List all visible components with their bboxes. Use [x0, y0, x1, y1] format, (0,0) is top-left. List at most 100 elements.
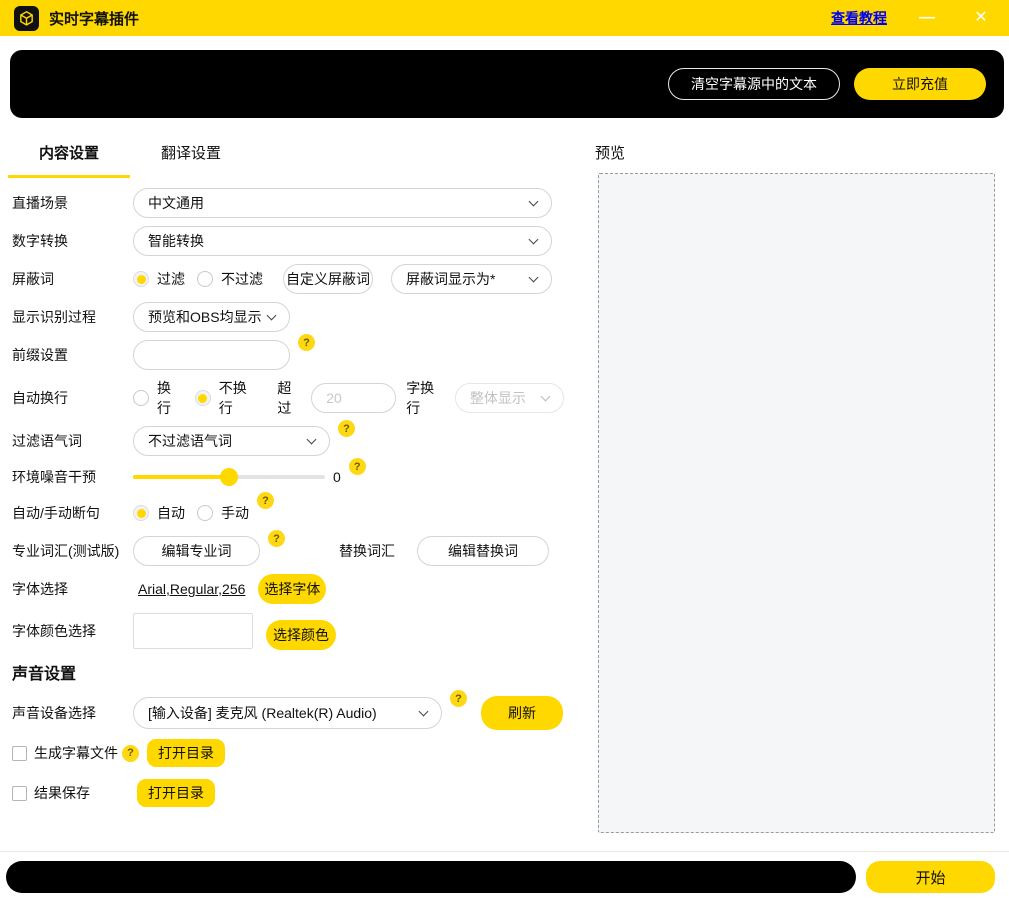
filter-radio[interactable] — [133, 271, 149, 287]
auto-break-radio-label[interactable]: 自动 — [157, 503, 185, 523]
blocked-word-display-select[interactable]: 屏蔽词显示为* — [391, 264, 552, 294]
noise-slider-fill — [133, 475, 229, 479]
row-font-color: 字体颜色选择 选择颜色 — [12, 612, 564, 650]
prefix-help-icon[interactable]: ? — [298, 334, 315, 351]
noise-label: 环境噪音干预 — [12, 467, 133, 487]
refresh-button[interactable]: 刷新 — [481, 696, 563, 730]
live-scene-value: 中文通用 — [148, 193, 204, 213]
sound-device-select[interactable]: [输入设备] 麦克风 (Realtek(R) Audio) — [133, 697, 442, 729]
chevron-down-icon — [529, 196, 539, 206]
titlebar-actions: 查看教程 — ✕ — [831, 8, 995, 28]
wrap-suffix-label: 字换行 — [406, 378, 445, 418]
subtitle-file-help-icon[interactable]: ? — [122, 745, 139, 762]
wrap-radio[interactable] — [133, 390, 149, 406]
view-tutorial-link[interactable]: 查看教程 — [831, 8, 887, 28]
open-result-dir-button[interactable]: 打开目录 — [137, 779, 215, 807]
filler-words-value: 不过滤语气词 — [148, 431, 232, 451]
pro-words-help-icon[interactable]: ? — [268, 530, 285, 547]
filler-words-select[interactable]: 不过滤语气词 — [133, 426, 330, 456]
pro-words-label: 专业词汇(测试版) — [12, 541, 133, 561]
choose-color-button[interactable]: 选择颜色 — [266, 620, 336, 650]
title-bar: 实时字幕插件 查看教程 — ✕ — [0, 0, 1009, 36]
generate-subtitle-file-checkbox[interactable] — [12, 746, 27, 761]
no-wrap-radio[interactable] — [195, 390, 211, 406]
tab-content-settings[interactable]: 内容设置 — [8, 142, 130, 178]
chevron-down-icon — [529, 234, 539, 244]
sound-settings-heading: 声音设置 — [12, 660, 564, 684]
row-filler-words: 过滤语气词 不过滤语气词 ? — [12, 426, 564, 456]
no-wrap-radio-label[interactable]: 不换行 — [219, 378, 258, 418]
edit-pro-words-button[interactable]: 编辑专业词 — [133, 536, 260, 566]
generate-subtitle-file-label[interactable]: 生成字幕文件 — [34, 743, 118, 763]
blocked-word-display-value: 屏蔽词显示为* — [406, 269, 495, 289]
manual-break-radio[interactable] — [197, 505, 213, 521]
no-filter-radio[interactable] — [197, 271, 213, 287]
number-convert-select[interactable]: 智能转换 — [133, 226, 552, 256]
row-noise: 环境噪音干预 0 ? — [12, 464, 564, 490]
settings-tabs: 内容设置 翻译设置 — [8, 142, 252, 178]
edit-replace-words-button[interactable]: 编辑替换词 — [417, 536, 549, 566]
filler-words-help-icon[interactable]: ? — [338, 420, 355, 437]
preview-area — [598, 173, 995, 833]
footer-divider — [0, 851, 1009, 852]
wrap-radio-label[interactable]: 换行 — [157, 378, 183, 418]
current-font-link[interactable]: Arial,Regular,256 — [138, 581, 245, 597]
live-scene-label: 直播场景 — [12, 193, 133, 213]
row-font: 字体选择 Arial,Regular,256 选择字体 — [12, 574, 564, 604]
auto-wrap-label: 自动换行 — [12, 388, 133, 408]
auto-break-radio[interactable] — [133, 505, 149, 521]
sound-device-help-icon[interactable]: ? — [450, 690, 467, 707]
start-button[interactable]: 开始 — [866, 861, 995, 893]
recognition-display-value: 预览和OBS均显示 — [148, 307, 262, 327]
row-recognition-display: 显示识别过程 预览和OBS均显示 — [12, 302, 564, 332]
minimize-button[interactable]: — — [913, 10, 941, 26]
recharge-button[interactable]: 立即充值 — [854, 68, 986, 100]
app-title: 实时字幕插件 — [49, 8, 139, 29]
sound-device-value: [输入设备] 麦克风 (Realtek(R) Audio) — [148, 703, 377, 723]
filler-words-label: 过滤语气词 — [12, 431, 133, 451]
filter-radio-label[interactable]: 过滤 — [157, 269, 185, 289]
row-subtitle-file: 生成字幕文件 ? 打开目录 — [12, 738, 564, 768]
noise-slider[interactable] — [133, 468, 325, 486]
row-sound-device: 声音设备选择 [输入设备] 麦克风 (Realtek(R) Audio) ? 刷… — [12, 696, 564, 730]
prefix-input[interactable] — [133, 340, 290, 370]
close-button[interactable]: ✕ — [967, 10, 995, 26]
clear-subtitle-source-button[interactable]: 清空字幕源中的文本 — [668, 68, 840, 100]
open-subtitle-dir-button[interactable]: 打开目录 — [147, 739, 225, 767]
row-result-save: 结果保存 打开目录 — [12, 778, 564, 808]
top-banner: 清空字幕源中的文本 立即充值 — [10, 50, 1004, 118]
number-convert-label: 数字转换 — [12, 231, 133, 251]
row-pro-words: 专业词汇(测试版) 编辑专业词 ? 替换词汇 编辑替换词 — [12, 536, 564, 566]
manual-break-radio-label[interactable]: 手动 — [221, 503, 249, 523]
wrap-char-count-input[interactable] — [311, 383, 396, 413]
chevron-down-icon — [307, 434, 317, 444]
cube-icon — [18, 10, 35, 27]
recognition-display-label: 显示识别过程 — [12, 307, 133, 327]
wrap-mode-value: 整体显示 — [470, 388, 526, 408]
result-save-checkbox[interactable] — [12, 786, 27, 801]
preview-title: 预览 — [595, 142, 625, 163]
tab-translation-settings[interactable]: 翻译设置 — [130, 142, 252, 178]
live-scene-select[interactable]: 中文通用 — [133, 188, 552, 218]
row-blocked-words: 屏蔽词 过滤 不过滤 自定义屏蔽词 屏蔽词显示为* — [12, 264, 564, 294]
sentence-break-help-icon[interactable]: ? — [257, 492, 274, 509]
recognition-display-select[interactable]: 预览和OBS均显示 — [133, 302, 290, 332]
no-filter-radio-label[interactable]: 不过滤 — [221, 269, 263, 289]
choose-font-button[interactable]: 选择字体 — [258, 574, 326, 604]
subtitle-output-bar[interactable] — [6, 861, 856, 893]
exceed-label: 超过 — [277, 378, 303, 418]
noise-slider-thumb[interactable] — [220, 468, 238, 486]
wrap-mode-select[interactable]: 整体显示 — [455, 383, 564, 413]
result-save-label[interactable]: 结果保存 — [34, 783, 90, 803]
chevron-down-icon — [529, 272, 539, 282]
noise-help-icon[interactable]: ? — [349, 458, 366, 475]
font-color-input[interactable] — [133, 613, 253, 649]
chevron-down-icon — [541, 391, 551, 401]
app-logo — [14, 6, 39, 31]
row-sentence-break: 自动/手动断句 自动 手动 ? — [12, 498, 564, 528]
row-live-scene: 直播场景 中文通用 — [12, 188, 564, 218]
noise-value: 0 — [333, 469, 341, 485]
row-auto-wrap: 自动换行 换行 不换行 超过 字换行 整体显示 — [12, 378, 564, 418]
custom-blocked-words-button[interactable]: 自定义屏蔽词 — [283, 264, 373, 294]
number-convert-value: 智能转换 — [148, 231, 204, 251]
